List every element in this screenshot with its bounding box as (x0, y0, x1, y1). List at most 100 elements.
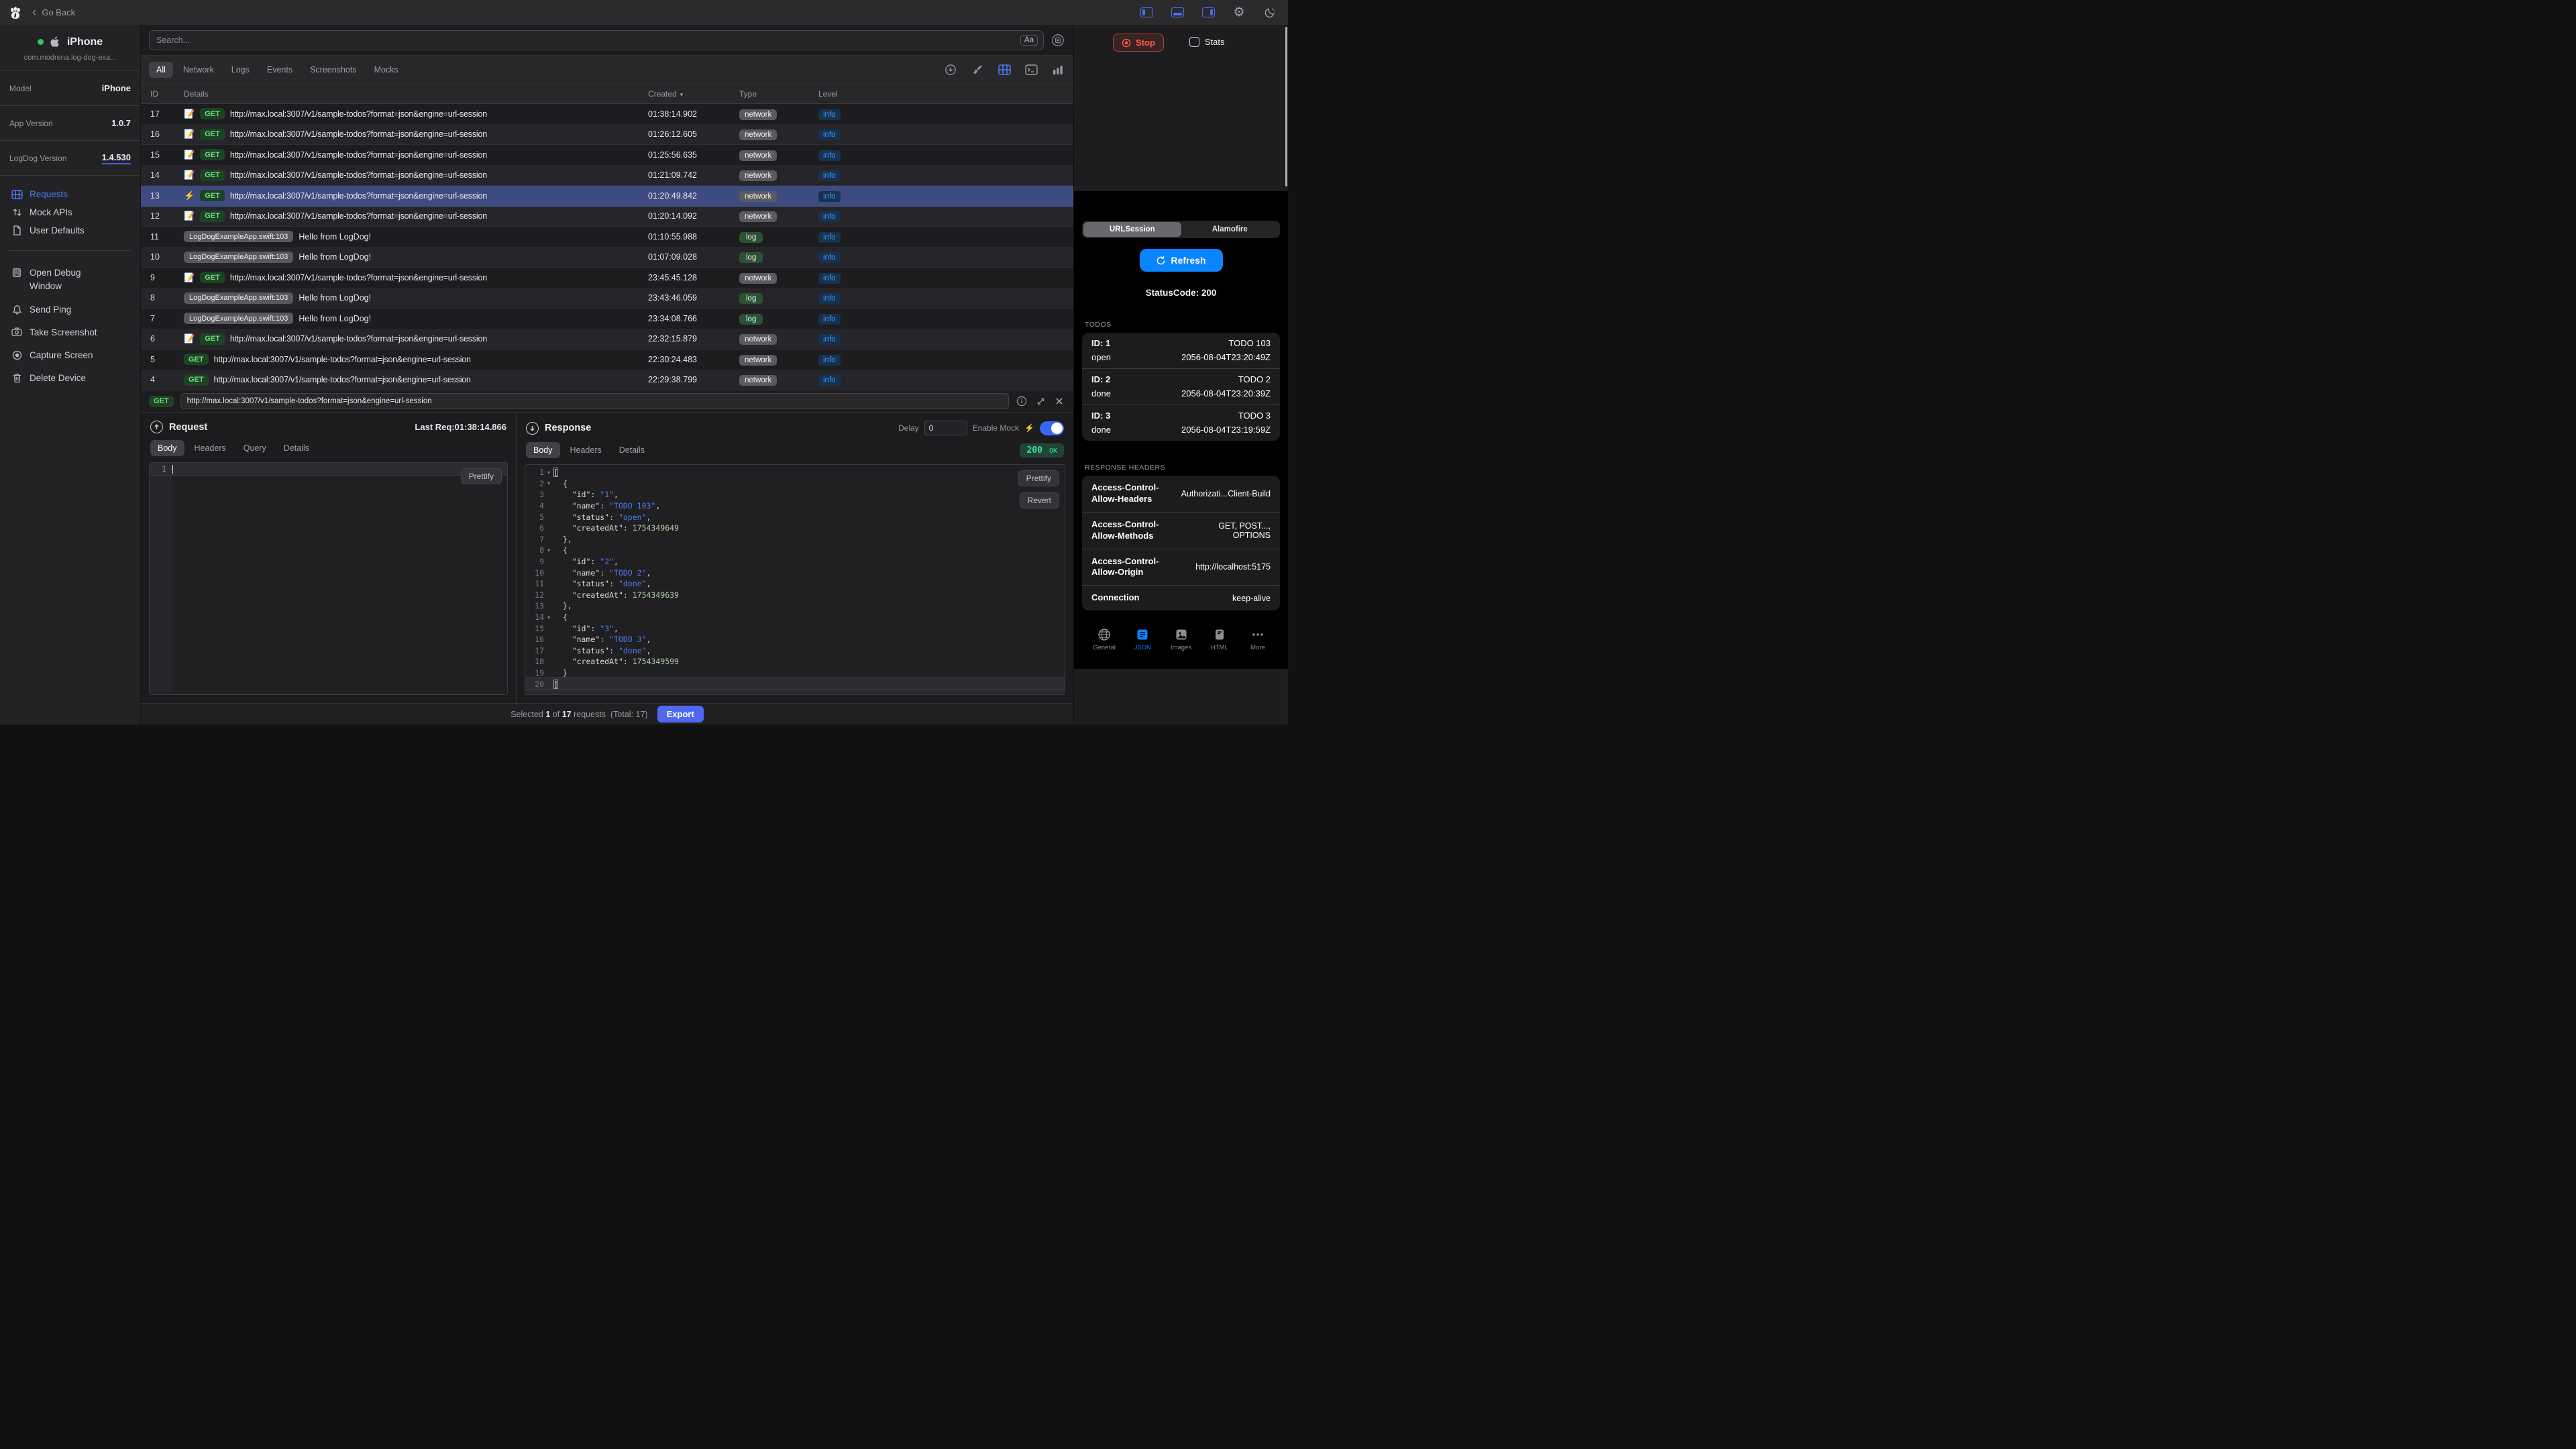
response-body-editor[interactable]: 1▾[2▾ {3 "id": "1",4 "name": "TODO 103",… (525, 464, 1065, 695)
device-tab-json[interactable]: JSON (1126, 628, 1159, 651)
response-prettify-button[interactable]: Prettify (1018, 470, 1059, 486)
close-button[interactable] (1053, 395, 1065, 407)
column-id[interactable]: ID (141, 89, 184, 99)
stats-chart-button[interactable] (1051, 63, 1065, 76)
code-line-6[interactable]: 6 "createdAt": 1754349649 (525, 523, 1065, 534)
request-tab-body[interactable]: Body (150, 440, 184, 456)
fold-arrow-icon[interactable]: ▾ (544, 614, 553, 621)
table-row[interactable]: 16📝GEThttp://max.local:3007/v1/sample-to… (141, 125, 1073, 146)
fold-arrow-icon[interactable]: ▾ (544, 547, 553, 553)
toggle-right-panel-button[interactable] (1201, 6, 1216, 19)
request-tab-headers[interactable]: Headers (187, 440, 233, 456)
code-line-1[interactable]: 1▾[ (525, 467, 1065, 478)
request-url-input[interactable] (180, 393, 1009, 409)
tab-all[interactable]: All (149, 62, 173, 78)
code-line-14[interactable]: 14▾ { (525, 612, 1065, 623)
segment-urlsession[interactable]: URLSession (1083, 222, 1181, 237)
response-tab-headers[interactable]: Headers (563, 442, 609, 458)
tab-events[interactable]: Events (260, 62, 300, 78)
refresh-button[interactable]: Refresh (1140, 249, 1223, 272)
stats-checkbox[interactable]: Stats (1189, 37, 1225, 47)
code-line-18[interactable]: 18 "createdAt": 1754349599 (525, 656, 1065, 667)
request-prettify-button[interactable]: Prettify (461, 468, 502, 484)
code-line-5[interactable]: 5 "status": "open", (525, 511, 1065, 523)
match-case-button[interactable]: Aa (1020, 35, 1038, 46)
table-row[interactable]: 15📝GEThttp://max.local:3007/v1/sample-to… (141, 145, 1073, 166)
code-line-16[interactable]: 16 "name": "TODO 3", (525, 634, 1065, 645)
code-line-20[interactable]: 20] (525, 678, 1065, 690)
enable-mock-toggle[interactable] (1040, 421, 1064, 435)
info-button[interactable] (1016, 395, 1028, 407)
device-tab-images[interactable]: Images (1165, 628, 1198, 651)
table-row[interactable]: 9📝GEThttp://max.local:3007/v1/sample-tod… (141, 268, 1073, 288)
sidebar-action-open-debug-window[interactable]: Open Debug Window (9, 262, 131, 299)
tab-mocks[interactable]: Mocks (367, 62, 406, 78)
sidebar-action-capture-screen[interactable]: Capture Screen (9, 344, 131, 367)
response-revert-button[interactable]: Revert (1020, 492, 1059, 508)
response-tab-body[interactable]: Body (526, 442, 560, 458)
request-tab-query[interactable]: Query (236, 440, 274, 456)
code-line-11[interactable]: 11 "status": "done", (525, 578, 1065, 590)
sidebar-action-take-screenshot[interactable]: Take Screenshot (9, 321, 131, 344)
table-view-button[interactable] (997, 63, 1012, 76)
code-line-3[interactable]: 3 "id": "1", (525, 489, 1065, 500)
emoji-filter-icon[interactable] (1051, 33, 1065, 48)
column-details[interactable]: Details (184, 89, 648, 99)
code-line-8[interactable]: 8▾ { (525, 545, 1065, 556)
column-type[interactable]: Type (739, 89, 818, 99)
device-tab-general[interactable]: General (1087, 628, 1121, 651)
sidebar-item-requests[interactable]: Requests (9, 185, 131, 203)
column-level[interactable]: Level (818, 89, 1073, 99)
table-row[interactable]: 13⚡GEThttp://max.local:3007/v1/sample-to… (141, 186, 1073, 207)
column-created[interactable]: Created ▼ (648, 89, 739, 99)
export-button[interactable]: Export (657, 706, 704, 722)
device-tab-more[interactable]: More (1241, 628, 1275, 651)
segment-alamofire[interactable]: Alamofire (1181, 222, 1279, 237)
sidebar-action-send-ping[interactable]: Send Ping (9, 299, 131, 321)
toggle-bottom-panel-button[interactable] (1170, 6, 1185, 19)
table-row[interactable]: 5GEThttp://max.local:3007/v1/sample-todo… (141, 350, 1073, 370)
delay-input[interactable] (924, 421, 967, 435)
code-line-15[interactable]: 15 "id": "3", (525, 623, 1065, 634)
table-row[interactable]: 10LogDogExampleApp.swift:103Hello from L… (141, 248, 1073, 268)
tab-screenshots[interactable]: Screenshots (303, 62, 364, 78)
code-line-12[interactable]: 12 "createdAt": 1754349639 (525, 590, 1065, 601)
request-body-editor[interactable]: 1 Prettify (149, 462, 508, 695)
table-row[interactable]: 8LogDogExampleApp.swift:103Hello from Lo… (141, 288, 1073, 309)
table-row[interactable]: 4GEThttp://max.local:3007/v1/sample-todo… (141, 370, 1073, 391)
horizontal-scrollbar[interactable] (525, 690, 1065, 694)
table-row[interactable]: 17📝GEThttp://max.local:3007/v1/sample-to… (141, 104, 1073, 125)
fold-arrow-icon[interactable]: ▾ (544, 470, 553, 476)
code-line-19[interactable]: 19 } (525, 667, 1065, 679)
fold-arrow-icon[interactable]: ▾ (544, 480, 553, 486)
window-scrollbar-thumb[interactable] (1285, 27, 1287, 186)
table-row[interactable]: 7LogDogExampleApp.swift:103Hello from Lo… (141, 309, 1073, 329)
code-line-7[interactable]: 7 }, (525, 534, 1065, 545)
code-line-10[interactable]: 10 "name": "TODO 2", (525, 567, 1065, 578)
toggle-left-panel-button[interactable] (1139, 6, 1154, 19)
sidebar-action-delete-device[interactable]: Delete Device (9, 367, 131, 390)
expand-button[interactable] (1034, 395, 1046, 407)
code-line-2[interactable]: 2▾ { (525, 478, 1065, 490)
history-button[interactable] (943, 63, 958, 76)
response-tab-details[interactable]: Details (612, 442, 652, 458)
code-line-4[interactable]: 4 "name": "TODO 103", (525, 500, 1065, 512)
theme-brush-button[interactable] (970, 63, 985, 76)
device-tab-html[interactable]: HTML (1203, 628, 1236, 651)
table-row[interactable]: 11LogDogExampleApp.swift:103Hello from L… (141, 227, 1073, 248)
code-line-17[interactable]: 17 "status": "done", (525, 645, 1065, 657)
version-link[interactable]: 1.4.530 (102, 152, 131, 164)
back-button[interactable]: ‹ Go Back (28, 6, 75, 19)
table-row[interactable]: 14📝GEThttp://max.local:3007/v1/sample-to… (141, 166, 1073, 186)
code-line-13[interactable]: 13 }, (525, 600, 1065, 612)
search-input[interactable] (150, 36, 1020, 45)
settings-button[interactable]: ⚙ (1232, 6, 1246, 19)
tab-network[interactable]: Network (176, 62, 221, 78)
sidebar-item-user-defaults[interactable]: User Defaults (9, 221, 131, 239)
request-tab-details[interactable]: Details (276, 440, 317, 456)
table-row[interactable]: 12📝GEThttp://max.local:3007/v1/sample-to… (141, 207, 1073, 227)
table-row[interactable]: 6📝GEThttp://max.local:3007/v1/sample-tod… (141, 329, 1073, 350)
stop-button[interactable]: Stop (1113, 34, 1164, 52)
sidebar-item-mock-apis[interactable]: Mock APIs (9, 203, 131, 221)
tab-logs[interactable]: Logs (224, 62, 257, 78)
